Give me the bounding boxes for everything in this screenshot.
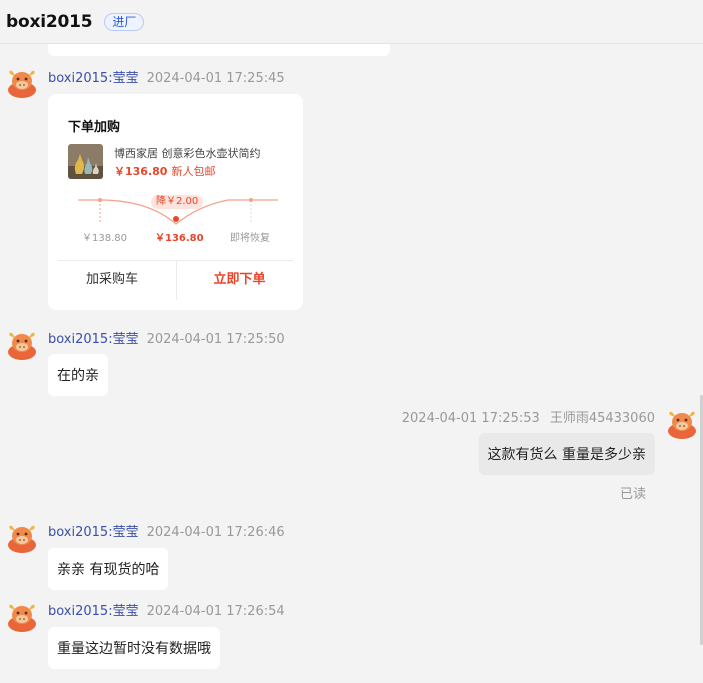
message-meta: boxi2015:莹莹 2024-04-01 17:25:45 (48, 67, 285, 86)
order-card[interactable]: 下单加购 博西家居 创意彩色水壶状简约 ￥136.80 新人包邮 降￥2.00 ￥… (48, 94, 303, 310)
product-price-row: ￥136.80 新人包邮 (114, 163, 215, 179)
product-name[interactable]: 博西家居 创意彩色水壶状简约 (114, 145, 261, 161)
price-drop-badge: 降￥2.00 (151, 195, 204, 209)
chat-header: boxi2015 进厂 (0, 0, 703, 44)
avatar-bull-icon[interactable] (6, 328, 38, 360)
avatar-bull-icon[interactable] (666, 407, 698, 439)
message-time: 2024-04-01 17:26:54 (146, 604, 285, 619)
product-thumbnail[interactable] (68, 144, 103, 179)
message-time: 2024-04-01 17:26:46 (146, 525, 285, 540)
message-meta: boxi2015:莹莹 2024-04-01 17:25:50 (48, 328, 285, 347)
order-card-title: 下单加购 (68, 120, 121, 135)
status-badge[interactable]: 进厂 (104, 12, 145, 31)
sender-name[interactable]: boxi2015:莹莹 (48, 525, 139, 540)
message-time: 2024-04-01 17:25:45 (146, 71, 285, 86)
message-meta: boxi2015:莹莹 2024-04-01 17:26:54 (48, 600, 285, 619)
chat-title: boxi2015 (6, 11, 93, 32)
message-bubble[interactable]: 在的亲 (48, 354, 108, 396)
message-time: 2024-04-01 17:25:53 (401, 411, 540, 426)
read-status: 已读 (619, 487, 646, 502)
price-before-label: ￥138.80 (82, 233, 127, 244)
buy-now-button[interactable]: 立即下单 (176, 260, 303, 300)
message-bubble[interactable]: 重量这边暂时没有数据哦 (48, 627, 220, 669)
avatar-bull-icon[interactable] (6, 521, 38, 553)
message-meta: boxi2015:莹莹 2024-04-01 17:26:46 (48, 521, 285, 540)
price-now-label: ￥136.80 (155, 233, 204, 244)
promo-tag: 新人包邮 (171, 165, 216, 178)
sender-name[interactable]: boxi2015:莹莹 (48, 71, 139, 86)
avatar-bull-icon[interactable] (6, 66, 38, 98)
previous-message-edge (48, 44, 390, 56)
message-bubble[interactable]: 亲亲 有现货的哈 (48, 548, 169, 590)
message-meta: 2024-04-01 17:25:53 王师雨45433060 (402, 407, 655, 426)
product-price: ￥136.80 (114, 165, 168, 178)
sender-name[interactable]: 王师雨45433060 (550, 411, 655, 426)
avatar-bull-icon[interactable] (6, 600, 38, 632)
sender-name[interactable]: boxi2015:莹莹 (48, 604, 139, 619)
add-to-cart-button[interactable]: 加采购车 (48, 260, 176, 300)
price-future-label: 即将恢复 (230, 233, 270, 244)
sender-name[interactable]: boxi2015:莹莹 (48, 332, 139, 347)
message-bubble[interactable]: 这款有货么 重量是多少亲 (478, 433, 655, 475)
message-time: 2024-04-01 17:25:50 (146, 332, 285, 347)
